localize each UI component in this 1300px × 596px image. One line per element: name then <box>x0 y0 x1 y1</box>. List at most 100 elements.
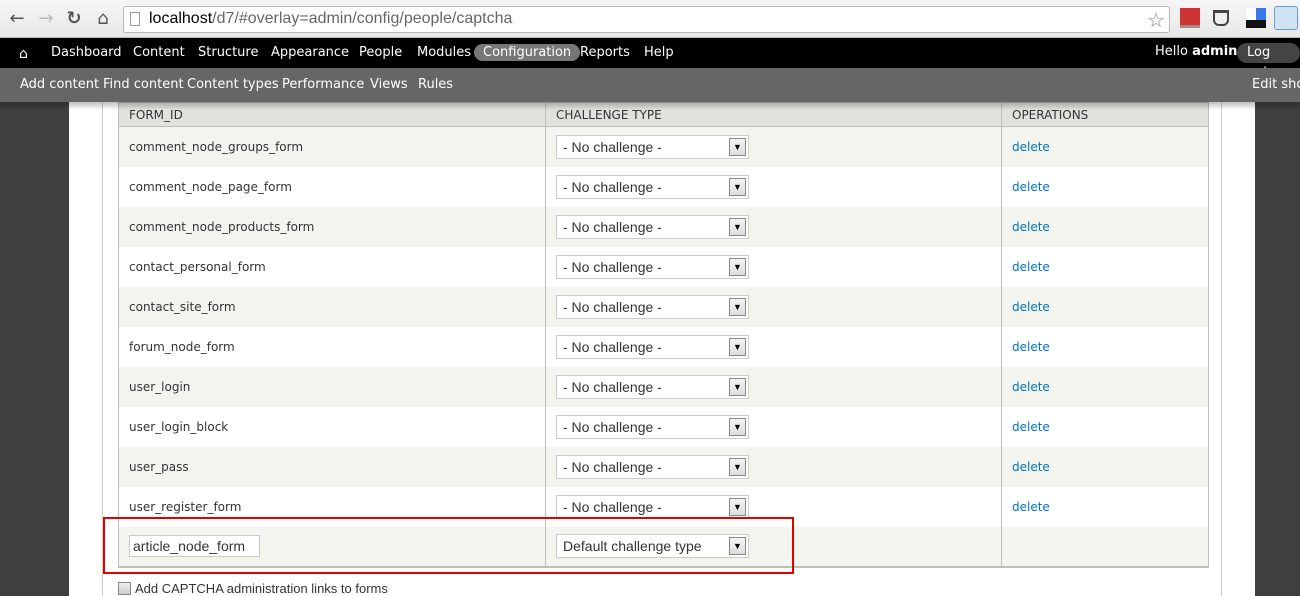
address-bar[interactable]: localhost/d7/#overlay=admin/config/peopl… <box>123 6 1170 33</box>
logout-button[interactable]: Log out <box>1237 43 1300 80</box>
delete-link[interactable]: delete <box>1012 460 1050 474</box>
column-header-form-id: FORM_ID <box>118 102 546 127</box>
operations-cell: delete <box>1001 446 1209 487</box>
form-id-cell: user_register_form <box>118 486 546 527</box>
dropdown-arrow-icon[interactable]: ▼ <box>729 537 746 555</box>
challenge-type-value: - No challenge - <box>563 378 662 395</box>
operations-cell: delete <box>1001 246 1209 287</box>
dropdown-arrow-icon[interactable]: ▼ <box>729 457 746 476</box>
delete-link[interactable]: delete <box>1012 140 1050 154</box>
challenge-type-value: - No challenge - <box>563 458 662 475</box>
challenge-type-select[interactable]: - No challenge - ▼ <box>556 294 749 319</box>
challenge-type-select[interactable]: - No challenge - ▼ <box>556 494 749 519</box>
operations-cell: delete <box>1001 286 1209 327</box>
shortcut-performance[interactable]: Performance <box>282 77 364 92</box>
challenge-type-value: - No challenge - <box>563 218 662 235</box>
shortcut-find-content[interactable]: Find content <box>103 77 184 92</box>
delete-link[interactable]: delete <box>1012 300 1050 314</box>
challenge-type-value: - No challenge - <box>563 138 662 155</box>
toolbar-item-help[interactable]: Help <box>644 44 674 61</box>
back-arrow-icon[interactable]: ← <box>6 8 28 30</box>
admin-links-checkbox-row: Add CAPTCHA administration links to form… <box>118 581 388 596</box>
table-row: comment_node_products_form - No challenge… <box>118 206 1209 247</box>
challenge-type-select[interactable]: - No challenge - ▼ <box>556 134 749 159</box>
delete-link[interactable]: delete <box>1012 420 1050 434</box>
toolbar-item-content[interactable]: Content <box>133 44 185 61</box>
challenge-cell: - No challenge - ▼ <box>545 126 1002 167</box>
table-row: user_login - No challenge - ▼ delete <box>118 366 1209 407</box>
challenge-type-select[interactable]: - No challenge - ▼ <box>556 414 749 439</box>
dropdown-arrow-icon[interactable]: ▼ <box>729 257 746 276</box>
admin-links-checkbox-label[interactable]: Add CAPTCHA administration links to form… <box>135 581 388 596</box>
home-icon[interactable]: ⌂ <box>19 46 28 62</box>
shortcut-content-types[interactable]: Content types <box>187 77 279 92</box>
url-text: localhost/d7/#overlay=admin/config/peopl… <box>149 10 513 27</box>
form-id-cell: user_pass <box>118 446 546 487</box>
admin-links-checkbox[interactable] <box>118 582 131 595</box>
challenge-type-select[interactable]: - No challenge - ▼ <box>556 254 749 279</box>
challenge-cell: - No challenge - ▼ <box>545 246 1002 287</box>
challenge-type-select[interactable]: - No challenge - ▼ <box>556 334 749 359</box>
dropdown-arrow-icon[interactable]: ▼ <box>729 377 746 396</box>
address-book-icon[interactable] <box>1180 8 1200 28</box>
challenge-type-select[interactable]: - No challenge - ▼ <box>556 174 749 199</box>
toolbar-item-dashboard[interactable]: Dashboard <box>51 44 122 61</box>
form-id: comment_node_groups_form <box>129 139 304 154</box>
challenge-cell: - No challenge - ▼ <box>545 366 1002 407</box>
star-icon[interactable]: ☆ <box>1147 8 1165 32</box>
shortcut-rules[interactable]: Rules <box>418 77 453 92</box>
captcha-points-table: FORM_ID CHALLENGE TYPE OPERATIONS commen… <box>118 102 1209 568</box>
forward-arrow-icon[interactable]: → <box>35 8 57 30</box>
challenge-type-select[interactable]: - No challenge - ▼ <box>556 454 749 479</box>
column-header-operations: OPERATIONS <box>1001 102 1209 127</box>
table-header: FORM_ID CHALLENGE TYPE OPERATIONS <box>118 102 1209 127</box>
form-id: comment_node_products_form <box>129 219 315 234</box>
operations-cell: delete <box>1001 326 1209 367</box>
table-row: forum_node_form - No challenge - ▼ delete <box>118 326 1209 367</box>
toolbar-item-structure[interactable]: Structure <box>198 44 258 61</box>
challenge-cell: - No challenge - ▼ <box>545 166 1002 207</box>
divider <box>102 102 103 596</box>
blocks-icon[interactable] <box>1246 8 1266 28</box>
new-form-row: Default challenge type ▼ <box>118 526 1209 568</box>
shortcut-views[interactable]: Views <box>370 77 408 92</box>
challenge-type-value: - No challenge - <box>563 498 662 515</box>
dropdown-arrow-icon[interactable]: ▼ <box>729 417 746 436</box>
delete-link[interactable]: delete <box>1012 380 1050 394</box>
home-icon[interactable]: ⌂ <box>92 8 114 30</box>
challenge-type-select[interactable]: - No challenge - ▼ <box>556 214 749 239</box>
table-row: user_login_block - No challenge - ▼ delete <box>118 406 1209 447</box>
form-id-cell: comment_node_page_form <box>118 166 546 207</box>
dropdown-arrow-icon[interactable]: ▼ <box>729 217 746 236</box>
toolbar-item-appearance[interactable]: Appearance <box>271 44 349 61</box>
new-form-id-input[interactable] <box>129 535 260 557</box>
dropdown-arrow-icon[interactable]: ▼ <box>729 497 746 516</box>
screen-capture-icon[interactable] <box>1274 6 1298 30</box>
shortcut-add-content[interactable]: Add content <box>20 77 99 92</box>
new-challenge-type-select[interactable]: Default challenge type ▼ <box>556 534 749 558</box>
challenge-type-select[interactable]: - No challenge - ▼ <box>556 374 749 399</box>
form-id-cell: comment_node_products_form <box>118 206 546 247</box>
form-id-cell: comment_node_groups_form <box>118 126 546 167</box>
delete-link[interactable]: delete <box>1012 340 1050 354</box>
reload-icon[interactable]: ↻ <box>63 8 85 30</box>
challenge-cell: - No challenge - ▼ <box>545 206 1002 247</box>
delete-link[interactable]: delete <box>1012 260 1050 274</box>
delete-link[interactable]: delete <box>1012 180 1050 194</box>
toolbar-item-configuration[interactable]: Configuration <box>474 44 581 61</box>
delete-link[interactable]: delete <box>1012 220 1050 234</box>
toolbar-item-people[interactable]: People <box>359 44 402 61</box>
form-id: forum_node_form <box>129 339 235 354</box>
toolbar-item-modules[interactable]: Modules <box>417 44 471 61</box>
challenge-type-value: - No challenge - <box>563 258 662 275</box>
dropdown-arrow-icon[interactable]: ▼ <box>729 337 746 356</box>
form-id: user_login <box>129 379 191 394</box>
dropdown-arrow-icon[interactable]: ▼ <box>729 297 746 316</box>
browser-toolbar: ← → ↻ ⌂ localhost/d7/#overlay=admin/conf… <box>0 0 1300 38</box>
toolbar-item-reports[interactable]: Reports <box>580 44 630 61</box>
edit-shortcuts-link[interactable]: Edit shortcuts <box>1252 77 1300 92</box>
dropdown-arrow-icon[interactable]: ▼ <box>729 137 746 156</box>
bucket-icon[interactable] <box>1213 10 1229 26</box>
delete-link[interactable]: delete <box>1012 500 1050 514</box>
dropdown-arrow-icon[interactable]: ▼ <box>729 177 746 196</box>
